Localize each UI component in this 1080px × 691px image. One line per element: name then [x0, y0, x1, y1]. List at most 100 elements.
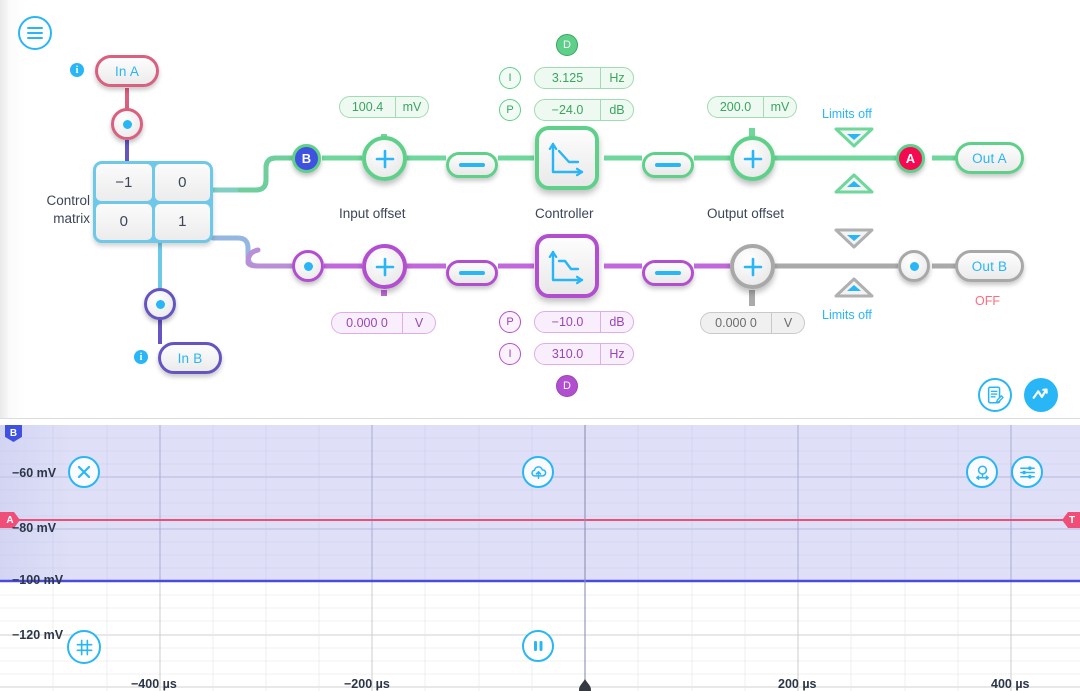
control-matrix-label-line1: Control [46, 193, 90, 208]
gain-block-b-2[interactable] [642, 260, 694, 286]
pid-p-b-unit: dB [600, 312, 633, 332]
pid-tag-i-b[interactable]: I [499, 343, 521, 365]
pid-p-b-value[interactable]: −10.0 dB [534, 311, 634, 333]
controller-block-a[interactable] [535, 126, 599, 190]
limit-lower-arrow-b[interactable] [833, 226, 875, 250]
matrix-cell-11[interactable]: 1 [154, 203, 210, 240]
pid-p-a-value[interactable]: −24.0 dB [534, 99, 634, 121]
sliders-glyph [1019, 465, 1035, 479]
cloud-upload-glyph [530, 465, 546, 479]
info-icon-in-a[interactable]: i [70, 63, 84, 77]
input-offset-b-value[interactable]: 0.000 0 V [331, 312, 436, 334]
pid-i-a-number: 3.125 [551, 71, 584, 85]
cloud-upload-icon[interactable] [522, 456, 554, 488]
pid-tag-d-b[interactable]: D [556, 375, 578, 397]
caption-controller-a: Controller [535, 206, 594, 221]
document-pen-glyph [987, 386, 1004, 404]
trend-icon[interactable] [1024, 378, 1058, 412]
pid-tag-label: P [506, 104, 514, 116]
matrix-cell-01[interactable]: 0 [154, 164, 210, 201]
plus-icon [743, 149, 762, 168]
trigger-position-handle[interactable] [576, 679, 594, 691]
matrix-cell-10[interactable]: 0 [96, 203, 152, 240]
caption-input-offset-a: Input offset [339, 206, 406, 221]
info-icon-in-b[interactable]: i [134, 350, 148, 364]
x-tick-label-0: −400 µs [131, 677, 177, 691]
output-offset-a-sum-node[interactable] [730, 136, 775, 181]
pid-tag-label: I [508, 348, 512, 360]
port-out-b[interactable]: Out B [955, 250, 1024, 282]
output-offset-b-sum-node[interactable] [730, 244, 775, 289]
pid-tag-label: I [508, 72, 512, 84]
output-b-enable-node[interactable] [898, 250, 930, 282]
channel-a-output-badge[interactable]: A [896, 144, 925, 173]
pid-p-a-number: −24.0 [551, 103, 584, 117]
gain-block-b-1[interactable] [446, 260, 498, 286]
pid-p-a-unit: dB [600, 100, 633, 120]
node-dot [909, 261, 919, 271]
input-offset-b-unit: V [402, 313, 435, 333]
pause-icon[interactable] [522, 630, 554, 662]
input-b-enable-node[interactable] [144, 288, 176, 320]
pid-i-b-number: 310.0 [551, 347, 584, 361]
port-in-a[interactable]: In A [95, 55, 159, 87]
minus-icon [459, 271, 485, 275]
badge-label: A [905, 151, 916, 166]
caption-output-offset-a: Output offset [707, 206, 785, 221]
input-a-enable-node[interactable] [111, 108, 143, 140]
signal-flow-diagram: i In A Control matrix −1 0 0 1 i In B B … [0, 0, 1080, 418]
control-matrix-label-line2: matrix [53, 211, 90, 226]
application-root: i In A Control matrix −1 0 0 1 i In B B … [0, 0, 1080, 691]
pid-tag-label: D [563, 380, 571, 392]
pid-tag-p-a[interactable]: P [499, 99, 521, 121]
pid-tag-p-b[interactable]: P [499, 311, 521, 333]
grid-glyph [76, 639, 92, 655]
badge-label: B [301, 151, 312, 166]
port-out-a[interactable]: Out A [955, 142, 1024, 174]
output-offset-b-value[interactable]: 0.000 0 V [700, 312, 805, 334]
limit-upper-arrow-a[interactable] [833, 172, 875, 196]
hamburger-menu-icon[interactable] [18, 16, 52, 50]
zoom-span-icon[interactable] [966, 456, 998, 488]
control-matrix[interactable]: −1 0 0 1 [93, 161, 213, 243]
output-offset-b-unit: V [771, 313, 804, 333]
channel-b-source-node[interactable] [292, 250, 324, 282]
y-tick-label-2: −100 mV [12, 573, 64, 587]
output-offset-b-number: 0.000 0 [715, 316, 757, 330]
trigger-marker-label: T [1068, 514, 1076, 526]
matrix-cell-00[interactable]: −1 [96, 164, 152, 201]
pid-i-b-value[interactable]: 310.0 Hz [534, 343, 634, 365]
output-offset-a-value[interactable]: 200.0 mV [707, 96, 797, 118]
data-logger-icon[interactable] [978, 378, 1012, 412]
limit-lower-arrow-a[interactable] [833, 125, 875, 149]
node-dot [303, 261, 313, 271]
pid-tag-d-a[interactable]: D [556, 34, 578, 56]
plus-icon [375, 257, 394, 276]
channel-b-source-badge[interactable]: B [292, 144, 321, 173]
port-in-b[interactable]: In B [158, 342, 222, 374]
pid-i-a-unit: Hz [600, 68, 633, 88]
minus-icon [655, 163, 681, 167]
pid-i-a-value[interactable]: 3.125 Hz [534, 67, 634, 89]
limit-upper-arrow-b[interactable] [833, 276, 875, 300]
gain-block-a-2[interactable] [642, 152, 694, 178]
controller-block-b[interactable] [535, 234, 599, 298]
grid-toggle-icon[interactable] [67, 630, 101, 664]
oscilloscope-plot[interactable]: B A T −60 mV −80 mV −100 mV −120 mV −400… [0, 418, 1080, 691]
gain-block-a-1[interactable] [446, 152, 498, 178]
plot-canvas-area: B A T −60 mV −80 mV −100 mV −120 mV −400… [0, 425, 1080, 691]
input-offset-b-sum-node[interactable] [362, 244, 407, 289]
out-b-state-label: OFF [975, 294, 1000, 308]
input-offset-a-value[interactable]: 100.4 mV [339, 96, 429, 118]
pid-tag-i-a[interactable]: I [499, 67, 521, 89]
node-dot [122, 119, 132, 129]
close-glyph [77, 465, 91, 479]
plus-icon [375, 149, 394, 168]
y-tick-label-0: −60 mV [12, 466, 57, 480]
output-offset-a-number: 200.0 [719, 100, 752, 114]
close-icon[interactable] [68, 456, 100, 488]
pid-i-b-unit: Hz [600, 344, 633, 364]
input-offset-a-sum-node[interactable] [362, 136, 407, 181]
control-matrix-label: Control matrix [20, 192, 90, 228]
settings-sliders-icon[interactable] [1011, 456, 1043, 488]
